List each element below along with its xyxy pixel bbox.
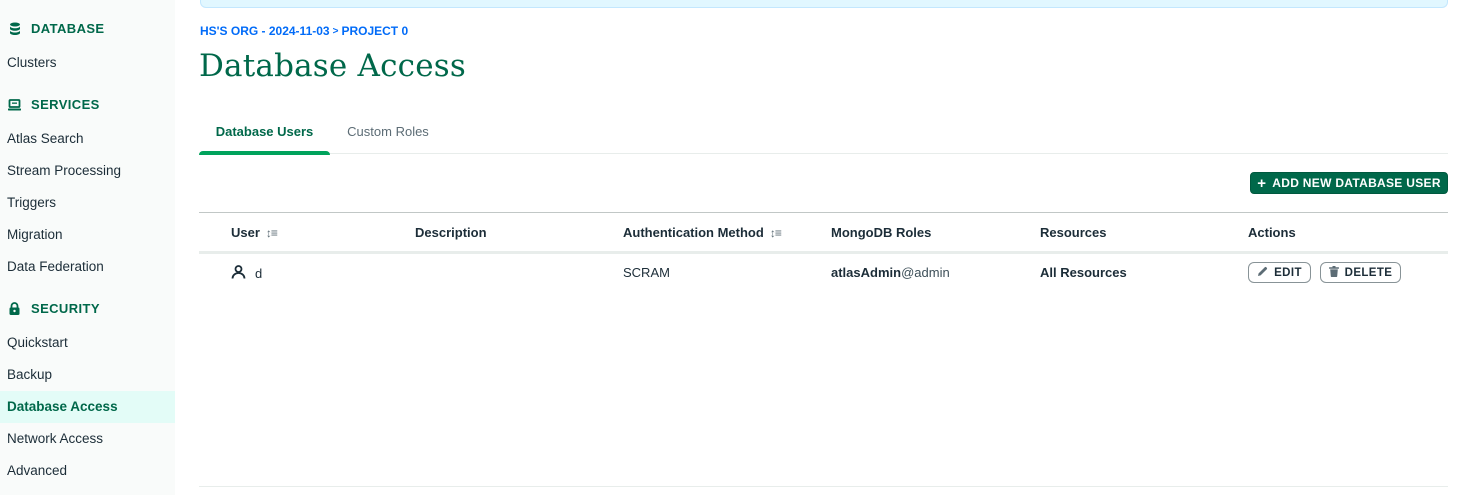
sidebar-item-quickstart[interactable]: Quickstart (0, 327, 175, 359)
user-icon (231, 265, 246, 282)
resources-cell: All Resources (1040, 265, 1127, 280)
sidebar-item-triggers[interactable]: Triggers (0, 187, 175, 219)
edit-button[interactable]: EDIT (1248, 262, 1311, 283)
sidebar-item-advanced[interactable]: Advanced (0, 455, 175, 487)
info-banner (200, 0, 1448, 8)
sidebar-section-database: DATABASE (7, 21, 105, 36)
breadcrumb: HS'S ORG - 2024-11-03 > PROJECT 0 (200, 24, 408, 38)
roles-cell: atlasAdmin@admin (831, 265, 950, 280)
column-header-authentication-method[interactable]: Authentication Method ↕≡ (623, 225, 782, 240)
column-header-user[interactable]: User ↕≡ (231, 225, 278, 240)
chevron-right-icon: > (332, 25, 339, 37)
sidebar-section-services: SERVICES (7, 97, 100, 112)
delete-button[interactable]: DELETE (1320, 262, 1401, 283)
sidebar-item-migration[interactable]: Migration (0, 219, 175, 251)
role-name: atlasAdmin (831, 265, 902, 280)
user-name: d (255, 266, 263, 281)
sidebar-section-security: SECURITY (7, 301, 100, 316)
column-header-actions: Actions (1248, 225, 1296, 240)
column-header-description: Description (415, 225, 487, 240)
sort-icon[interactable]: ↕≡ (770, 226, 782, 240)
sort-icon[interactable]: ↕≡ (266, 226, 278, 240)
database-icon (7, 21, 22, 36)
table-row: d SCRAM atlasAdmin@admin All Resources E… (199, 256, 1448, 290)
sidebar-item-database-access[interactable]: Database Access (0, 391, 175, 423)
sidebar-item-data-federation[interactable]: Data Federation (0, 251, 175, 283)
add-new-database-user-button[interactable]: + ADD NEW DATABASE USER (1250, 172, 1448, 194)
auth-method-cell: SCRAM (623, 265, 670, 280)
role-database: @admin (901, 265, 950, 280)
column-header-resources: Resources (1040, 225, 1107, 240)
sidebar: DATABASE Clusters SERVICES Atlas Search … (0, 0, 175, 495)
plus-icon: + (1257, 174, 1267, 192)
trash-icon (1328, 265, 1339, 280)
table-bottom-divider (199, 486, 1448, 487)
column-header-mongodb-roles: MongoDB Roles (831, 225, 932, 240)
sidebar-item-network-access[interactable]: Network Access (0, 423, 175, 455)
tab-bar: Database Users Custom Roles (199, 115, 1448, 155)
tab-custom-roles[interactable]: Custom Roles (330, 115, 446, 154)
table-header: User ↕≡ Description Authentication Metho… (199, 213, 1448, 254)
sidebar-item-clusters[interactable]: Clusters (0, 47, 175, 79)
user-cell: d (231, 265, 262, 282)
breadcrumb-org-link[interactable]: HS'S ORG - 2024-11-03 (200, 24, 330, 38)
page-title: Database Access (199, 48, 466, 84)
breadcrumb-project-link[interactable]: PROJECT 0 (341, 24, 408, 38)
laptop-icon (7, 97, 22, 112)
sidebar-item-stream-processing[interactable]: Stream Processing (0, 155, 175, 187)
sidebar-item-atlas-search[interactable]: Atlas Search (0, 123, 175, 155)
sidebar-item-backup[interactable]: Backup (0, 359, 175, 391)
lock-icon (7, 301, 22, 316)
tab-database-users[interactable]: Database Users (199, 115, 330, 155)
pencil-icon (1257, 266, 1268, 280)
